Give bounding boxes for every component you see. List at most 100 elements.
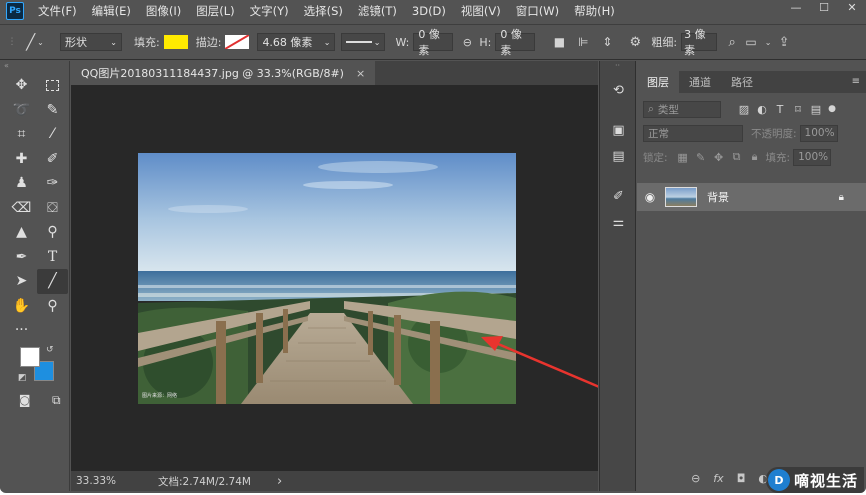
properties-panel-icon[interactable]: ▣ bbox=[600, 117, 637, 143]
zoom-tool-icon[interactable]: ⚲ bbox=[37, 294, 68, 319]
link-icon[interactable]: ⊖ bbox=[691, 472, 700, 485]
line-tool-preset-icon[interactable]: ╱ ⌄ bbox=[20, 33, 50, 51]
menu-edit[interactable]: 编辑(E) bbox=[92, 3, 131, 19]
width-field[interactable]: 0 像素 bbox=[413, 28, 454, 57]
path-alignment-icon[interactable]: ⊫ bbox=[571, 35, 595, 49]
dodge-tool-icon[interactable]: ⚲ bbox=[37, 220, 68, 245]
document-image[interactable]: 图片来源：网络 bbox=[138, 153, 516, 404]
lock-artboard-icon[interactable]: ⧉ bbox=[728, 150, 746, 164]
eye-icon[interactable]: ◉ bbox=[639, 190, 661, 204]
marquee-tool-icon[interactable] bbox=[37, 73, 68, 98]
path-selection-tool-icon[interactable]: ➤ bbox=[6, 269, 37, 294]
maximize-button[interactable]: ☐ bbox=[810, 0, 838, 14]
type-filter-icon[interactable]: T bbox=[771, 103, 789, 116]
history-panel-icon[interactable]: ⟲ bbox=[600, 77, 637, 103]
pen-tool-icon[interactable]: ✒ bbox=[6, 245, 37, 270]
menu-image[interactable]: 图像(I) bbox=[146, 3, 181, 19]
lock-pixels-icon[interactable]: ✎ bbox=[692, 151, 710, 164]
foreground-color-swatch[interactable] bbox=[20, 346, 40, 367]
stroke-width-field[interactable]: 4.68 像素 ⌄ bbox=[257, 33, 336, 51]
menu-3d[interactable]: 3D(D) bbox=[412, 4, 446, 18]
mask-icon[interactable]: ◘ bbox=[737, 472, 746, 485]
brush-tool-icon[interactable]: ✐ bbox=[37, 147, 68, 172]
height-field[interactable]: 0 像素 bbox=[495, 28, 536, 57]
lasso-tool-icon[interactable]: ➰ bbox=[6, 98, 37, 123]
menu-window[interactable]: 窗口(W) bbox=[516, 3, 559, 19]
menu-help[interactable]: 帮助(H) bbox=[574, 3, 615, 19]
fill-field[interactable]: 100% bbox=[793, 148, 832, 166]
tab-paths[interactable]: 路径 bbox=[721, 71, 763, 93]
panel-collapse-icon[interactable]: « bbox=[0, 61, 69, 73]
stroke-color-swatch[interactable] bbox=[225, 35, 250, 49]
tab-channels[interactable]: 通道 bbox=[679, 71, 721, 93]
panel-menu-icon[interactable]: ≡ bbox=[852, 76, 860, 87]
chevron-down-icon: ⌄ bbox=[323, 37, 331, 47]
menu-select[interactable]: 选择(S) bbox=[304, 3, 343, 19]
chevron-down-icon[interactable]: ⌄ bbox=[761, 38, 775, 47]
menu-file[interactable]: 文件(F) bbox=[38, 3, 77, 19]
hand-tool-icon[interactable]: ✋ bbox=[6, 294, 37, 319]
swap-colors-icon[interactable]: ↺ bbox=[46, 345, 54, 355]
fx-icon[interactable]: fx bbox=[713, 472, 723, 485]
default-colors-icon[interactable]: ◩ bbox=[18, 373, 27, 383]
layer-name[interactable]: 背景 bbox=[707, 189, 729, 205]
menu-layer[interactable]: 图层(L) bbox=[196, 3, 234, 19]
menu-type[interactable]: 文字(Y) bbox=[250, 3, 289, 19]
close-tab-icon[interactable]: × bbox=[356, 67, 365, 80]
opacity-field[interactable]: 100% bbox=[799, 124, 838, 142]
layer-filter-dropdown[interactable]: ⌕ 类型 bbox=[643, 100, 721, 118]
history-brush-tool-icon[interactable]: ✑ bbox=[37, 171, 68, 196]
search-icon[interactable]: ⌕ bbox=[723, 35, 741, 50]
quick-mask-icon[interactable]: ◙ bbox=[12, 393, 38, 408]
menu-filter[interactable]: 滤镜(T) bbox=[358, 3, 397, 19]
screen-mode-icon[interactable]: ⧉ bbox=[44, 393, 70, 408]
lock-position-icon[interactable]: ✥ bbox=[710, 151, 728, 164]
window-controls: — ☐ ✕ bbox=[782, 0, 866, 14]
minimize-button[interactable]: — bbox=[782, 0, 810, 14]
blur-tool-icon[interactable]: ▲ bbox=[6, 220, 37, 245]
lock-transparency-icon[interactable]: ▦ bbox=[674, 151, 692, 164]
status-menu-arrow[interactable]: › bbox=[277, 474, 282, 489]
blend-mode-dropdown[interactable]: 正常 bbox=[643, 124, 743, 142]
pixel-filter-icon[interactable]: ▨ bbox=[735, 103, 753, 116]
adjustment-filter-icon[interactable]: ◐ bbox=[753, 103, 771, 116]
lock-all-icon[interactable]: 🔒︎ bbox=[746, 150, 764, 164]
quick-selection-tool-icon[interactable]: ✎ bbox=[37, 98, 68, 123]
adjustments-panel-icon[interactable]: ⚌ bbox=[600, 209, 637, 235]
eyedropper-tool-icon[interactable]: ⁄ bbox=[37, 122, 68, 147]
zoom-level[interactable]: 33.33% bbox=[76, 475, 136, 487]
healing-brush-tool-icon[interactable]: ✚ bbox=[6, 147, 37, 172]
line-tool-icon[interactable]: ╱ bbox=[37, 269, 68, 294]
fill-color-swatch[interactable] bbox=[163, 35, 188, 49]
canvas-area[interactable]: 图片来源：网络 bbox=[71, 85, 598, 471]
share-icon[interactable]: ⇪ bbox=[775, 35, 793, 50]
filter-toggle-icon[interactable]: ● bbox=[825, 104, 839, 114]
more-tools-icon[interactable]: ··· bbox=[6, 318, 37, 343]
notes-panel-icon[interactable]: ▤ bbox=[600, 143, 637, 169]
eraser-tool-icon[interactable]: ⌫ bbox=[6, 196, 37, 221]
brush-settings-icon[interactable]: ✐ bbox=[600, 183, 637, 209]
smart-object-filter-icon[interactable]: ▤ bbox=[807, 103, 825, 116]
link-dimensions-icon[interactable]: ⊖ bbox=[459, 36, 475, 49]
menu-view[interactable]: 视图(V) bbox=[461, 3, 501, 19]
gear-icon[interactable]: ⚙ bbox=[623, 35, 647, 50]
clone-stamp-tool-icon[interactable]: ♟ bbox=[6, 171, 37, 196]
blend-mode-value: 正常 bbox=[648, 127, 669, 140]
path-arrangement-icon[interactable]: ⇕ bbox=[595, 35, 619, 49]
path-operations-icon[interactable]: ■ bbox=[547, 35, 571, 49]
close-window-button[interactable]: ✕ bbox=[838, 0, 866, 14]
watermark: D 嘀视生活 bbox=[765, 467, 864, 493]
weight-field[interactable]: 3 像素 bbox=[681, 28, 718, 57]
stroke-style-dropdown[interactable]: ⌄ bbox=[341, 33, 386, 51]
document-info[interactable]: 文档:2.74M/2.74M bbox=[158, 474, 251, 489]
type-tool-icon[interactable]: T bbox=[37, 245, 68, 270]
move-tool-icon[interactable]: ✥ bbox=[6, 73, 37, 98]
document-tab[interactable]: QQ图片20180311184437.jpg @ 33.3%(RGB/8#) × bbox=[71, 61, 376, 85]
tool-mode-dropdown[interactable]: 形状 ⌄ bbox=[60, 33, 122, 51]
tab-layers[interactable]: 图层 bbox=[637, 71, 679, 93]
workspace-icon[interactable]: ▭ bbox=[741, 35, 761, 49]
paint-bucket-tool-icon[interactable]: ⛋ bbox=[37, 196, 68, 221]
layer-row-background[interactable]: ◉ 背景 🔒︎ bbox=[637, 183, 866, 211]
shape-filter-icon[interactable]: ⌑ bbox=[789, 103, 807, 116]
crop-tool-icon[interactable]: ⌗ bbox=[6, 122, 37, 147]
